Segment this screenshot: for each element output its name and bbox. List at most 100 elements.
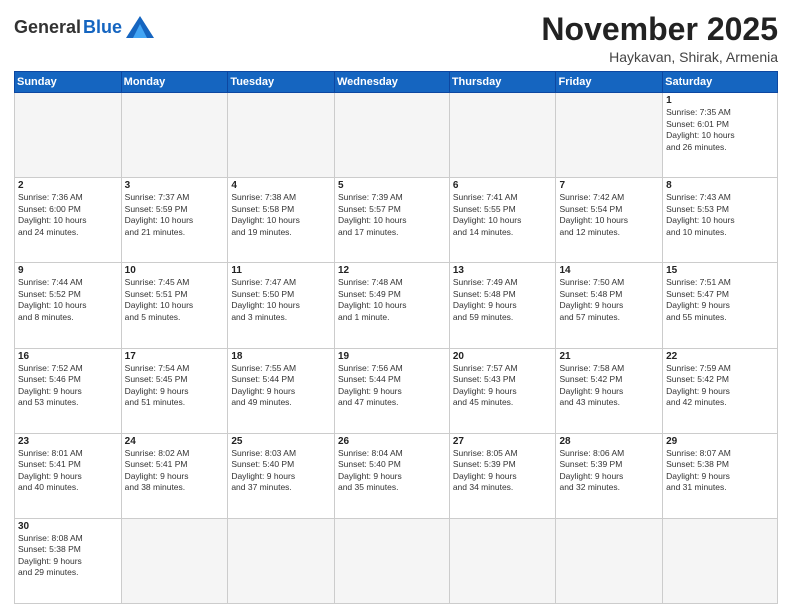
logo-general-text: General: [14, 17, 81, 38]
day-number: 22: [666, 351, 774, 362]
day-info: Sunrise: 7:39 AM Sunset: 5:57 PM Dayligh…: [338, 192, 446, 238]
day-number: 27: [453, 436, 553, 447]
day-number: 19: [338, 351, 446, 362]
calendar-cell: 11Sunrise: 7:47 AM Sunset: 5:50 PM Dayli…: [228, 263, 335, 348]
day-number: 10: [125, 265, 225, 276]
day-info: Sunrise: 7:44 AM Sunset: 5:52 PM Dayligh…: [18, 277, 118, 323]
day-info: Sunrise: 7:43 AM Sunset: 5:53 PM Dayligh…: [666, 192, 774, 238]
day-info: Sunrise: 8:03 AM Sunset: 5:40 PM Dayligh…: [231, 448, 331, 494]
calendar-cell: 26Sunrise: 8:04 AM Sunset: 5:40 PM Dayli…: [334, 433, 449, 518]
day-number: 8: [666, 180, 774, 191]
day-number: 13: [453, 265, 553, 276]
day-number: 18: [231, 351, 331, 362]
calendar-cell: [15, 93, 122, 178]
day-number: 7: [559, 180, 659, 191]
calendar-cell: [449, 518, 556, 603]
day-number: 20: [453, 351, 553, 362]
day-number: 4: [231, 180, 331, 191]
calendar: Sunday Monday Tuesday Wednesday Thursday…: [14, 71, 778, 604]
calendar-cell: [121, 518, 228, 603]
day-info: Sunrise: 7:58 AM Sunset: 5:42 PM Dayligh…: [559, 363, 659, 409]
calendar-cell: 24Sunrise: 8:02 AM Sunset: 5:41 PM Dayli…: [121, 433, 228, 518]
day-number: 28: [559, 436, 659, 447]
day-info: Sunrise: 7:47 AM Sunset: 5:50 PM Dayligh…: [231, 277, 331, 323]
day-number: 5: [338, 180, 446, 191]
day-info: Sunrise: 7:35 AM Sunset: 6:01 PM Dayligh…: [666, 107, 774, 153]
calendar-cell: 25Sunrise: 8:03 AM Sunset: 5:40 PM Dayli…: [228, 433, 335, 518]
day-info: Sunrise: 7:55 AM Sunset: 5:44 PM Dayligh…: [231, 363, 331, 409]
calendar-cell: 15Sunrise: 7:51 AM Sunset: 5:47 PM Dayli…: [663, 263, 778, 348]
day-info: Sunrise: 7:36 AM Sunset: 6:00 PM Dayligh…: [18, 192, 118, 238]
day-number: 12: [338, 265, 446, 276]
calendar-week-4: 16Sunrise: 7:52 AM Sunset: 5:46 PM Dayli…: [15, 348, 778, 433]
calendar-cell: 21Sunrise: 7:58 AM Sunset: 5:42 PM Dayli…: [556, 348, 663, 433]
title-area: November 2025 Haykavan, Shirak, Armenia: [541, 12, 778, 65]
header-wednesday: Wednesday: [334, 72, 449, 93]
header-tuesday: Tuesday: [228, 72, 335, 93]
day-number: 1: [666, 95, 774, 106]
calendar-cell: 14Sunrise: 7:50 AM Sunset: 5:48 PM Dayli…: [556, 263, 663, 348]
day-info: Sunrise: 8:05 AM Sunset: 5:39 PM Dayligh…: [453, 448, 553, 494]
day-info: Sunrise: 7:49 AM Sunset: 5:48 PM Dayligh…: [453, 277, 553, 323]
day-info: Sunrise: 7:52 AM Sunset: 5:46 PM Dayligh…: [18, 363, 118, 409]
calendar-cell: 9Sunrise: 7:44 AM Sunset: 5:52 PM Daylig…: [15, 263, 122, 348]
calendar-week-3: 9Sunrise: 7:44 AM Sunset: 5:52 PM Daylig…: [15, 263, 778, 348]
calendar-week-2: 2Sunrise: 7:36 AM Sunset: 6:00 PM Daylig…: [15, 178, 778, 263]
day-number: 15: [666, 265, 774, 276]
header-thursday: Thursday: [449, 72, 556, 93]
calendar-cell: 20Sunrise: 7:57 AM Sunset: 5:43 PM Dayli…: [449, 348, 556, 433]
header-saturday: Saturday: [663, 72, 778, 93]
day-number: 6: [453, 180, 553, 191]
calendar-cell: [556, 518, 663, 603]
header-sunday: Sunday: [15, 72, 122, 93]
calendar-week-5: 23Sunrise: 8:01 AM Sunset: 5:41 PM Dayli…: [15, 433, 778, 518]
day-info: Sunrise: 7:56 AM Sunset: 5:44 PM Dayligh…: [338, 363, 446, 409]
calendar-cell: 19Sunrise: 7:56 AM Sunset: 5:44 PM Dayli…: [334, 348, 449, 433]
day-info: Sunrise: 8:04 AM Sunset: 5:40 PM Dayligh…: [338, 448, 446, 494]
calendar-cell: [334, 93, 449, 178]
calendar-week-1: 1Sunrise: 7:35 AM Sunset: 6:01 PM Daylig…: [15, 93, 778, 178]
calendar-cell: 17Sunrise: 7:54 AM Sunset: 5:45 PM Dayli…: [121, 348, 228, 433]
day-number: 11: [231, 265, 331, 276]
day-info: Sunrise: 7:37 AM Sunset: 5:59 PM Dayligh…: [125, 192, 225, 238]
day-number: 26: [338, 436, 446, 447]
page: General Blue November 2025 Haykavan, Shi…: [0, 0, 792, 612]
calendar-cell: 8Sunrise: 7:43 AM Sunset: 5:53 PM Daylig…: [663, 178, 778, 263]
header: General Blue November 2025 Haykavan, Shi…: [14, 12, 778, 65]
day-number: 24: [125, 436, 225, 447]
header-friday: Friday: [556, 72, 663, 93]
calendar-cell: 7Sunrise: 7:42 AM Sunset: 5:54 PM Daylig…: [556, 178, 663, 263]
day-number: 25: [231, 436, 331, 447]
logo-area: General Blue: [14, 12, 154, 38]
day-info: Sunrise: 7:45 AM Sunset: 5:51 PM Dayligh…: [125, 277, 225, 323]
day-info: Sunrise: 8:02 AM Sunset: 5:41 PM Dayligh…: [125, 448, 225, 494]
day-number: 23: [18, 436, 118, 447]
day-info: Sunrise: 7:57 AM Sunset: 5:43 PM Dayligh…: [453, 363, 553, 409]
day-info: Sunrise: 7:51 AM Sunset: 5:47 PM Dayligh…: [666, 277, 774, 323]
calendar-cell: 16Sunrise: 7:52 AM Sunset: 5:46 PM Dayli…: [15, 348, 122, 433]
day-info: Sunrise: 8:07 AM Sunset: 5:38 PM Dayligh…: [666, 448, 774, 494]
day-number: 29: [666, 436, 774, 447]
day-info: Sunrise: 7:59 AM Sunset: 5:42 PM Dayligh…: [666, 363, 774, 409]
day-info: Sunrise: 7:50 AM Sunset: 5:48 PM Dayligh…: [559, 277, 659, 323]
day-info: Sunrise: 7:41 AM Sunset: 5:55 PM Dayligh…: [453, 192, 553, 238]
day-number: 3: [125, 180, 225, 191]
day-number: 30: [18, 521, 118, 532]
calendar-header-row: Sunday Monday Tuesday Wednesday Thursday…: [15, 72, 778, 93]
calendar-cell: 12Sunrise: 7:48 AM Sunset: 5:49 PM Dayli…: [334, 263, 449, 348]
calendar-cell: [556, 93, 663, 178]
calendar-cell: 27Sunrise: 8:05 AM Sunset: 5:39 PM Dayli…: [449, 433, 556, 518]
day-number: 14: [559, 265, 659, 276]
calendar-cell: 4Sunrise: 7:38 AM Sunset: 5:58 PM Daylig…: [228, 178, 335, 263]
calendar-week-6: 30Sunrise: 8:08 AM Sunset: 5:38 PM Dayli…: [15, 518, 778, 603]
day-info: Sunrise: 8:08 AM Sunset: 5:38 PM Dayligh…: [18, 533, 118, 579]
calendar-cell: 22Sunrise: 7:59 AM Sunset: 5:42 PM Dayli…: [663, 348, 778, 433]
calendar-cell: 13Sunrise: 7:49 AM Sunset: 5:48 PM Dayli…: [449, 263, 556, 348]
day-info: Sunrise: 8:06 AM Sunset: 5:39 PM Dayligh…: [559, 448, 659, 494]
calendar-cell: [228, 93, 335, 178]
day-number: 21: [559, 351, 659, 362]
calendar-cell: 2Sunrise: 7:36 AM Sunset: 6:00 PM Daylig…: [15, 178, 122, 263]
calendar-cell: 30Sunrise: 8:08 AM Sunset: 5:38 PM Dayli…: [15, 518, 122, 603]
calendar-cell: 29Sunrise: 8:07 AM Sunset: 5:38 PM Dayli…: [663, 433, 778, 518]
logo-blue-text: Blue: [83, 17, 122, 38]
